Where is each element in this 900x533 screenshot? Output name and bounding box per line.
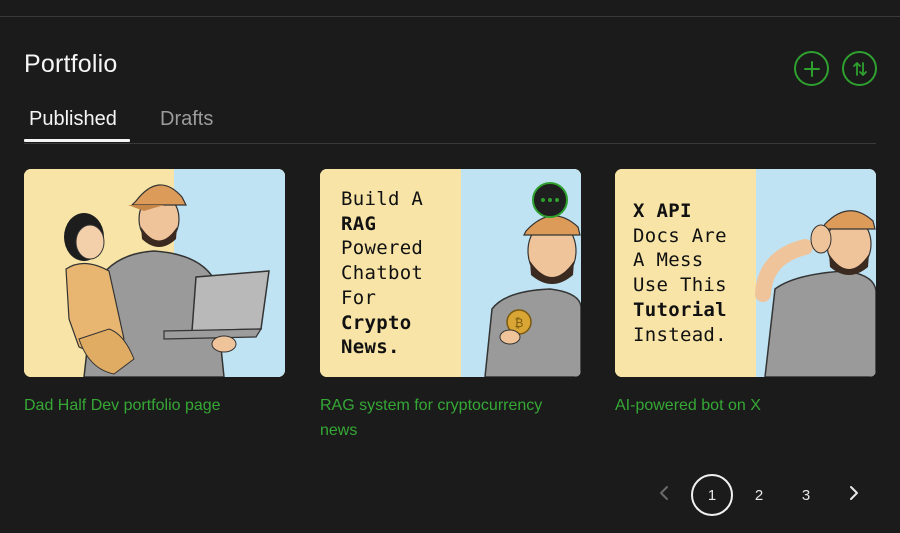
card-title[interactable]: AI-powered bot on X [615,393,876,418]
card-thumbnail [24,169,285,377]
more-options-icon [541,198,559,202]
portfolio-card[interactable]: Dad Half Dev portfolio page [24,169,285,418]
page-button-1[interactable]: 1 [691,474,733,516]
page-title: Portfolio [24,50,118,78]
prev-page-button[interactable] [654,474,674,516]
page-button-2[interactable]: 2 [744,474,774,516]
tab-bar: Published Drafts [24,108,876,144]
top-divider [0,16,900,17]
tab-published[interactable]: Published [29,108,117,131]
card-title[interactable]: Dad Half Dev portfolio page [24,393,285,418]
card-title[interactable]: RAG system for cryptocurrency news [320,393,581,443]
page-button-3[interactable]: 3 [791,474,821,516]
portfolio-card[interactable]: ₿ Build A RAG Powered Chatbot For Crypto… [320,169,581,443]
sort-arrows-icon [851,60,869,78]
portfolio-card[interactable]: X API Docs Are A Mess Use This Tutorial … [615,169,876,418]
card-thumbnail: X API Docs Are A Mess Use This Tutorial … [615,169,876,377]
svg-text:₿: ₿ [515,316,524,330]
dad-laptop-illustration [24,169,285,377]
sort-button[interactable] [842,51,877,86]
active-tab-indicator [24,139,130,142]
pagination: 1 2 3 [650,474,880,516]
thumbnail-caption: Build A RAG Powered Chatbot For Crypto N… [341,188,424,359]
next-page-button[interactable] [844,474,864,516]
card-thumbnail: ₿ Build A RAG Powered Chatbot For Crypto… [320,169,581,377]
add-button[interactable] [794,51,829,86]
plus-circle-icon [803,60,821,78]
tab-drafts[interactable]: Drafts [160,108,213,131]
thumbnail-caption: X API Docs Are A Mess Use This Tutorial … [633,200,727,346]
chevron-right-icon [849,485,859,505]
more-options-button[interactable] [532,182,568,218]
chevron-left-icon [659,485,669,505]
